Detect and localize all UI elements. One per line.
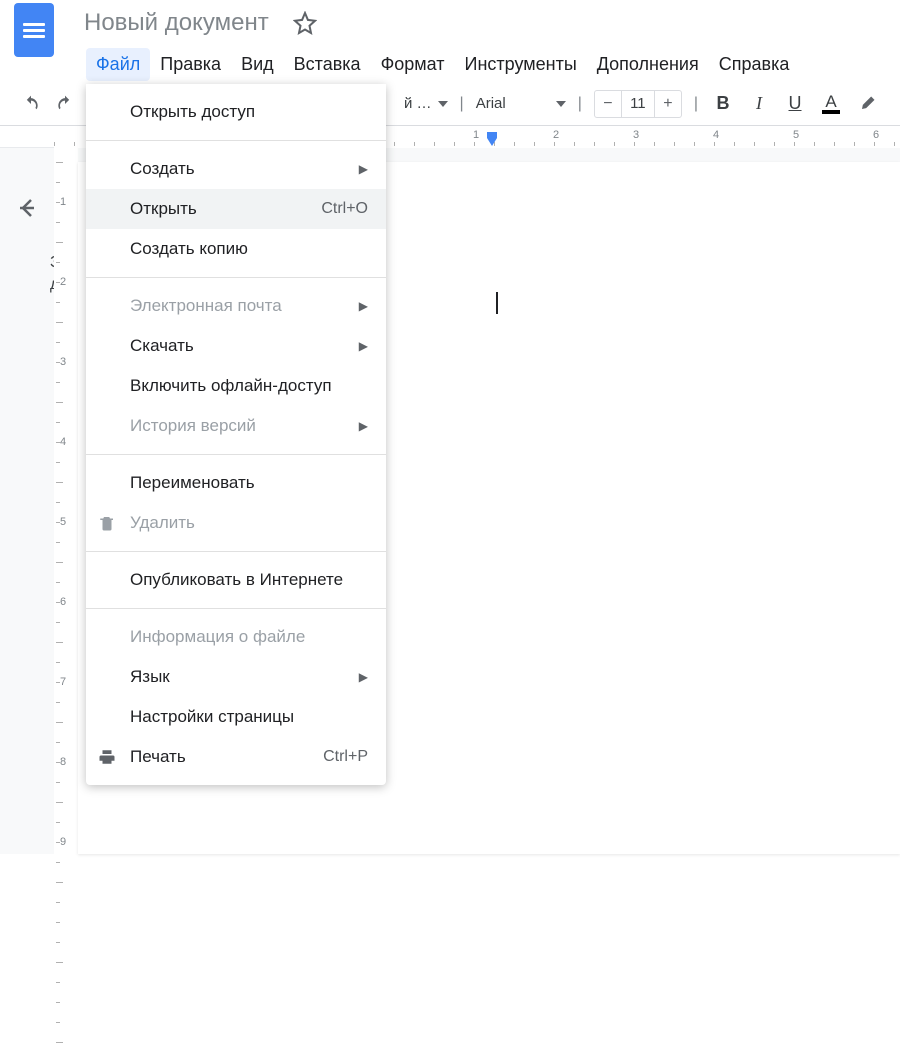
menu-файл[interactable]: Файл — [86, 48, 150, 81]
back-arrow-button[interactable] — [15, 196, 39, 220]
menu-item: Удалить — [86, 503, 386, 543]
menu-item[interactable]: Настройки страницы — [86, 697, 386, 737]
toolbar-separator: | — [578, 95, 582, 113]
paragraph-style-dropdown[interactable]: й … — [396, 89, 456, 119]
menu-item[interactable]: Язык ▶ — [86, 657, 386, 697]
menu-item[interactable]: Печать Ctrl+P — [86, 737, 386, 777]
submenu-arrow-icon: ▶ — [359, 299, 368, 313]
undo-button[interactable] — [14, 87, 48, 121]
italic-button[interactable]: I — [744, 89, 774, 119]
menu-item-label: Переименовать — [130, 473, 255, 493]
redo-button[interactable] — [48, 87, 82, 121]
menu-item-label: Открыть доступ — [130, 102, 255, 122]
vertical-ruler[interactable]: 123456789 — [54, 148, 78, 854]
submenu-arrow-icon: ▶ — [359, 419, 368, 433]
menu-item-label: Удалить — [130, 513, 195, 533]
menu-справка[interactable]: Справка — [709, 48, 800, 81]
toolbar-separator: | — [694, 95, 698, 113]
menu-item-label: Настройки страницы — [130, 707, 294, 727]
menu-item[interactable]: Создать копию — [86, 229, 386, 269]
menu-item-label: История версий — [130, 416, 256, 436]
submenu-arrow-icon: ▶ — [359, 162, 368, 176]
menu-формат[interactable]: Формат — [371, 48, 455, 81]
menu-item[interactable]: Открыть доступ — [86, 92, 386, 132]
menu-item-label: Включить офлайн-доступ — [130, 376, 332, 396]
print-icon — [98, 748, 116, 766]
menu-item-label: Информация о файле — [130, 627, 305, 647]
menu-item-label: Печать — [130, 747, 186, 767]
submenu-arrow-icon: ▶ — [359, 339, 368, 353]
menu-item[interactable]: Создать ▶ — [86, 149, 386, 189]
menu-item-label: Создать — [130, 159, 195, 179]
chevron-down-icon — [556, 101, 566, 107]
toolbar-separator: | — [460, 95, 464, 113]
menu-bar: ФайлПравкаВидВставкаФорматИнструментыДоп… — [0, 46, 900, 82]
menu-item: История версий ▶ — [86, 406, 386, 446]
menu-item: Электронная почта ▶ — [86, 286, 386, 326]
menu-вид[interactable]: Вид — [231, 48, 284, 81]
menu-item[interactable]: Включить офлайн-доступ — [86, 366, 386, 406]
chevron-down-icon — [438, 101, 448, 107]
menu-item[interactable]: Открыть Ctrl+O — [86, 189, 386, 229]
menu-item-label: Открыть — [130, 199, 197, 219]
font-family-dropdown[interactable]: Arial — [468, 89, 574, 119]
menu-item-label: Скачать — [130, 336, 194, 356]
font-size-value[interactable]: 11 — [621, 91, 655, 117]
trash-icon — [98, 514, 116, 532]
menu-item-label: Опубликовать в Интернете — [130, 570, 343, 590]
font-size-plus-button[interactable]: + — [655, 91, 681, 117]
menu-item-label: Электронная почта — [130, 296, 282, 316]
menu-правка[interactable]: Правка — [150, 48, 231, 81]
menu-item[interactable]: Скачать ▶ — [86, 326, 386, 366]
submenu-arrow-icon: ▶ — [359, 670, 368, 684]
file-menu-dropdown: Открыть доступ Создать ▶ Открыть Ctrl+O Созда… — [86, 84, 386, 785]
menu-вставка[interactable]: Вставка — [284, 48, 371, 81]
menu-item: Информация о файле — [86, 617, 386, 657]
font-family-value: Arial — [476, 95, 506, 112]
menu-item[interactable]: Опубликовать в Интернете — [86, 560, 386, 600]
bold-button[interactable]: B — [708, 89, 738, 119]
menu-item[interactable]: Переименовать — [86, 463, 386, 503]
font-size-minus-button[interactable]: − — [595, 91, 621, 117]
star-icon[interactable] — [293, 11, 317, 35]
underline-button[interactable]: U — [780, 89, 810, 119]
menu-item-label: Язык — [130, 667, 170, 687]
menu-shortcut: Ctrl+O — [321, 200, 368, 218]
paragraph-style-value: й … — [404, 95, 432, 112]
menu-инструменты[interactable]: Инструменты — [455, 48, 587, 81]
text-color-button[interactable]: A — [816, 89, 846, 119]
highlight-color-button[interactable] — [852, 89, 882, 119]
docs-app-icon[interactable] — [14, 3, 54, 57]
menu-shortcut: Ctrl+P — [323, 748, 368, 766]
document-title[interactable]: Новый документ — [84, 9, 269, 37]
font-size-stepper: − 11 + — [594, 90, 682, 118]
text-cursor — [496, 292, 498, 314]
menu-item-label: Создать копию — [130, 239, 248, 259]
menu-дополнения[interactable]: Дополнения — [587, 48, 709, 81]
